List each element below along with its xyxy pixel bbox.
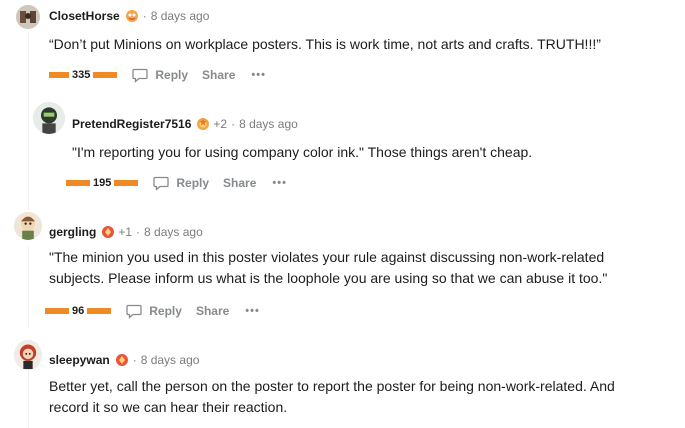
award-count: +1	[118, 225, 133, 239]
comment-bubble-icon[interactable]	[152, 174, 170, 192]
thread-line[interactable]	[28, 246, 29, 328]
comment-line: record it so we can hear their reaction.	[49, 399, 288, 415]
more-options-button[interactable]: •••	[245, 305, 260, 317]
comment-line: subjects. Please inform us what is the l…	[49, 270, 608, 286]
comment-bubble-icon[interactable]	[131, 66, 149, 84]
more-options-button[interactable]: •••	[272, 177, 287, 189]
avatar[interactable]	[33, 102, 65, 134]
vote-count: 335	[72, 69, 91, 81]
username[interactable]: gergling	[49, 224, 96, 240]
thread-line[interactable]	[28, 32, 29, 210]
share-button[interactable]: Share	[223, 176, 256, 190]
award-count: +2	[213, 117, 228, 131]
timestamp[interactable]: 8 days ago	[239, 116, 298, 132]
comment-line: "The minion you used in this poster viol…	[49, 249, 605, 265]
award-icon[interactable]	[125, 9, 139, 23]
reply-button[interactable]: Reply	[149, 304, 182, 318]
comment-actions: 96 Reply Share •••	[45, 302, 260, 320]
separator-dot: ·	[136, 225, 141, 239]
reply-button[interactable]: Reply	[176, 176, 209, 190]
upvote-button[interactable]	[45, 308, 69, 314]
comment-body: “Don’t put Minions on workplace posters.…	[49, 36, 601, 52]
timestamp[interactable]: 8 days ago	[151, 8, 210, 24]
award-icon[interactable]	[101, 225, 115, 239]
award-icon[interactable]	[196, 117, 210, 131]
comment-body: "I'm reporting you for using company col…	[72, 144, 533, 160]
reply-button[interactable]: Reply	[155, 68, 188, 82]
downvote-button[interactable]	[114, 180, 139, 186]
downvote-button[interactable]	[93, 72, 118, 78]
more-options-button[interactable]: •••	[251, 69, 266, 81]
vote-count: 96	[72, 305, 85, 317]
separator-dot: ·	[231, 117, 236, 131]
vote-count: 195	[93, 177, 112, 189]
avatar[interactable]	[16, 5, 40, 29]
upvote-button[interactable]	[66, 180, 90, 186]
comment-actions: 335 Reply Share •••	[49, 66, 266, 84]
comment-line: Better yet, call the person on the poste…	[49, 378, 615, 394]
avatar[interactable]	[14, 340, 42, 370]
comment-body: Better yet, call the person on the poste…	[49, 376, 615, 418]
separator-dot: ·	[142, 9, 147, 23]
username[interactable]: sleepywan	[49, 352, 110, 368]
avatar[interactable]	[14, 212, 42, 240]
upvote-button[interactable]	[49, 72, 69, 78]
timestamp[interactable]: 8 days ago	[141, 352, 200, 368]
username[interactable]: PretendRegister7516	[72, 116, 191, 132]
award-icon[interactable]	[115, 353, 129, 367]
comment-actions: 195 Reply Share •••	[66, 174, 287, 192]
timestamp[interactable]: 8 days ago	[144, 224, 203, 240]
comment-bubble-icon[interactable]	[125, 302, 143, 320]
username[interactable]: ClosetHorse	[49, 8, 120, 24]
share-button[interactable]: Share	[196, 304, 229, 318]
thread-line[interactable]	[28, 370, 29, 428]
downvote-button[interactable]	[87, 308, 112, 314]
share-button[interactable]: Share	[202, 68, 235, 82]
comment-body: "The minion you used in this poster viol…	[49, 247, 607, 289]
separator-dot: ·	[132, 353, 137, 367]
